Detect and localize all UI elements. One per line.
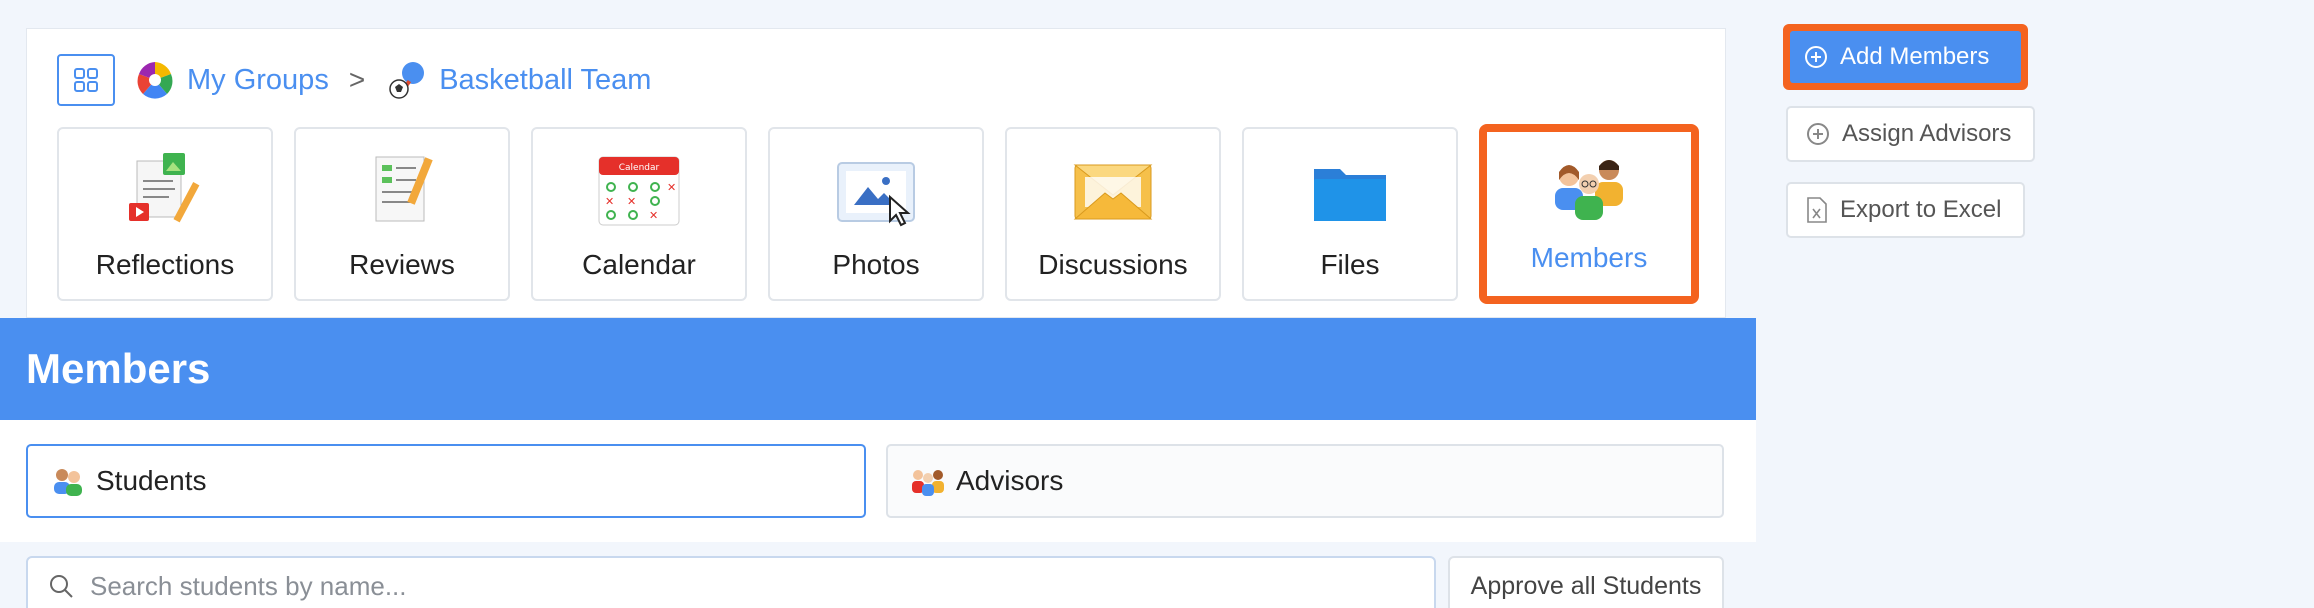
plus-circle-icon xyxy=(1805,46,1827,68)
svg-text:✕: ✕ xyxy=(649,209,658,222)
tile-discussions[interactable]: Discussions xyxy=(1005,127,1221,301)
section-title: Members xyxy=(26,345,211,392)
student-search-input[interactable]: Search students by name... xyxy=(26,556,1436,608)
envelope-icon xyxy=(1073,164,1153,220)
assign-advisors-button[interactable]: Assign Advisors xyxy=(1786,106,2036,162)
group-tools: Reflections Reviews Calendar ✕ ✕ ✕ ✕ Cal… xyxy=(57,124,1699,304)
search-placeholder: Search students by name... xyxy=(90,570,407,601)
export-excel-label: Export to Excel xyxy=(1840,196,2002,223)
plus-circle-icon xyxy=(1807,123,1829,145)
breadcrumb-my-groups[interactable]: My Groups xyxy=(187,64,329,97)
tile-calendar[interactable]: Calendar ✕ ✕ ✕ ✕ Calendar xyxy=(531,127,747,301)
members-panel: Students Advisors Search students by nam… xyxy=(0,420,1756,608)
tile-label: Reviews xyxy=(349,249,455,280)
svg-text:✕: ✕ xyxy=(605,195,614,208)
breadcrumb-basketball-team[interactable]: Basketball Team xyxy=(439,64,651,97)
group-wheel-icon xyxy=(137,62,173,99)
tile-label: Members xyxy=(1530,242,1648,273)
segment-label: Students xyxy=(96,465,207,496)
app-grid-button[interactable] xyxy=(57,54,115,106)
add-members-highlight: Add Members xyxy=(1783,24,2028,90)
breadcrumb-separator: > xyxy=(348,64,366,95)
svg-text:✕: ✕ xyxy=(667,181,676,194)
breadcrumb: My Groups > Basketball Team xyxy=(57,53,651,107)
tile-files[interactable]: Files xyxy=(1242,127,1458,301)
grid-icon xyxy=(74,68,98,92)
export-excel-button[interactable]: Export to Excel xyxy=(1786,182,2026,238)
approve-all-students-button[interactable]: Approve all Students xyxy=(1448,556,1724,608)
members-icon xyxy=(1555,160,1623,220)
tile-reflections[interactable]: Reflections xyxy=(57,127,273,301)
tile-label: Discussions xyxy=(1038,249,1188,280)
tile-label: Calendar xyxy=(582,249,696,280)
segment-label: Advisors xyxy=(956,465,1064,496)
segment-students[interactable]: Students xyxy=(26,444,866,518)
group-nav-card: My Groups > Basketball Team Reflections … xyxy=(26,28,1726,318)
tile-photos[interactable]: Photos xyxy=(768,127,984,301)
excel-file-icon xyxy=(1807,197,1827,223)
tile-label: Photos xyxy=(832,249,920,280)
tile-label: Reflections xyxy=(95,249,235,280)
members-section-header: Members xyxy=(0,318,1756,420)
calendar-icon: Calendar ✕ ✕ ✕ ✕ xyxy=(598,156,680,226)
svg-text:✕: ✕ xyxy=(627,195,636,208)
students-icon xyxy=(54,469,82,496)
calendar-icon-text: Calendar xyxy=(619,163,660,173)
add-members-button[interactable]: Add Members xyxy=(1790,31,2021,83)
folder-icon xyxy=(1314,169,1386,221)
tile-members[interactable]: Members xyxy=(1479,124,1699,304)
advisors-icon xyxy=(912,470,944,496)
reviews-icon xyxy=(375,156,433,222)
tile-reviews[interactable]: Reviews xyxy=(294,127,510,301)
add-members-label: Add Members xyxy=(1840,43,1990,70)
assign-advisors-label: Assign Advisors xyxy=(1842,120,2012,147)
tile-label: Files xyxy=(1320,249,1380,280)
segment-advisors[interactable]: Advisors xyxy=(886,444,1724,518)
photos-icon xyxy=(837,162,915,227)
approve-label: Approve all Students xyxy=(1470,572,1702,600)
search-icon xyxy=(50,575,73,598)
sports-balls-icon xyxy=(389,62,425,99)
reflections-icon xyxy=(129,153,200,223)
